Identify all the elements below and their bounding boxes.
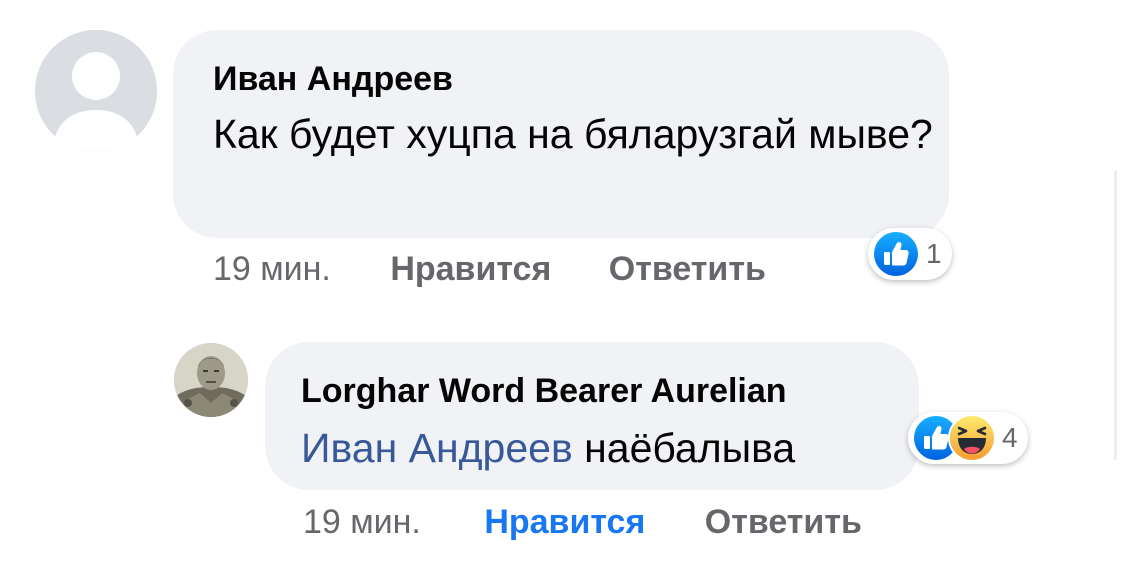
comment-actions: 19 мин. Нравится Ответить — [303, 503, 862, 542]
reply-button[interactable]: Ответить — [609, 250, 766, 288]
reaction-count: 1 — [926, 238, 942, 269]
comment-text-body: наёбалыва — [572, 425, 796, 471]
like-button[interactable]: Нравится — [484, 503, 645, 541]
comment-author[interactable]: Иван Андреев — [213, 60, 453, 99]
avatar-default[interactable] — [35, 30, 157, 152]
comment-text: Как будет хуцпа на бяларузгай мыве? — [213, 111, 933, 157]
comment-bubble: Lorghar Word Bearer Aurelian Иван Андрее… — [265, 342, 919, 490]
mention-link[interactable]: Иван Андреев — [301, 425, 573, 471]
reaction-count: 4 — [1002, 422, 1018, 453]
reactions-summary[interactable]: 4 — [908, 412, 1028, 464]
comment-author[interactable]: Lorghar Word Bearer Aurelian — [301, 372, 787, 411]
like-button[interactable]: Нравится — [390, 250, 551, 288]
avatar[interactable] — [174, 343, 248, 417]
comment-bubble: Иван Андреев Как будет хуцпа на бяларузг… — [173, 30, 949, 238]
comment-timestamp[interactable]: 19 мин. — [213, 250, 331, 288]
comment-actions: 19 мин. Нравится Ответить — [213, 250, 766, 289]
comment-timestamp[interactable]: 19 мин. — [303, 503, 421, 541]
haha-icon — [948, 414, 996, 462]
reactions-summary[interactable]: 1 — [868, 228, 952, 280]
sketch-portrait-icon — [174, 343, 248, 417]
like-icon — [872, 230, 920, 278]
comment-text: Иван Андреев наёбалыва — [301, 418, 795, 478]
default-user-silhouette-icon — [35, 30, 157, 152]
reply-button[interactable]: Ответить — [705, 503, 862, 541]
scrollbar[interactable] — [1114, 170, 1117, 460]
